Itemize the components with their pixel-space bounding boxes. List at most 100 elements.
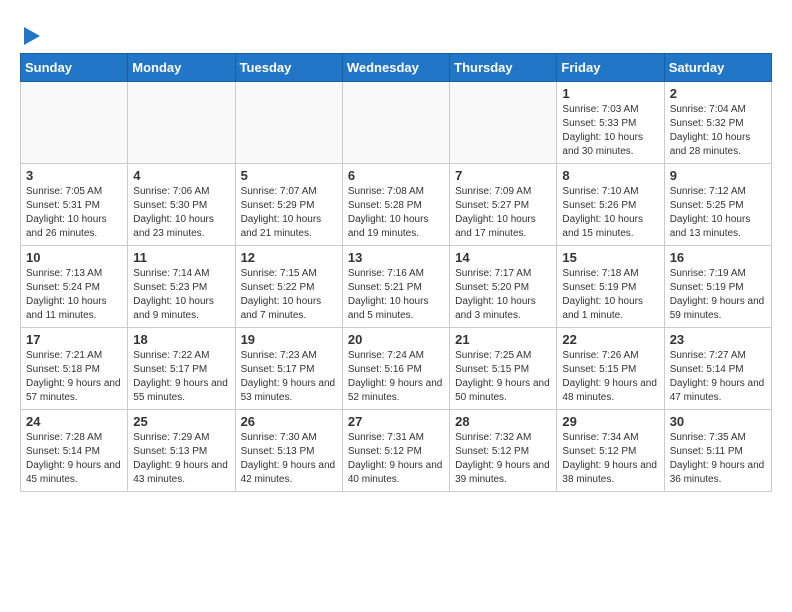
day-cell	[342, 81, 449, 163]
day-info: Sunrise: 7:09 AMSunset: 5:27 PMDaylight:…	[455, 185, 551, 241]
day-number: 14	[455, 250, 551, 265]
week-row-5: 24 Sunrise: 7:28 AMSunset: 5:14 PMDayligh…	[21, 409, 772, 491]
logo-icon	[22, 25, 42, 47]
day-cell	[235, 81, 342, 163]
day-number: 2	[670, 86, 766, 101]
day-info: Sunrise: 7:07 AMSunset: 5:29 PMDaylight:…	[241, 185, 337, 241]
day-info: Sunrise: 7:30 AMSunset: 5:13 PMDaylight:…	[241, 431, 337, 487]
day-number: 9	[670, 168, 766, 183]
day-cell: 29Sunrise: 7:34 AMSunset: 5:12 PMDayligh…	[557, 409, 664, 491]
day-cell: 10Sunrise: 7:13 AMSunset: 5:24 PMDayligh…	[21, 245, 128, 327]
day-number: 20	[348, 332, 444, 347]
day-cell: 28 Sunrise: 7:32 AMSunset: 5:12 PMDayligh…	[450, 409, 557, 491]
week-row-2: 3Sunrise: 7:05 AMSunset: 5:31 PMDaylight…	[21, 163, 772, 245]
day-cell: 20 Sunrise: 7:24 AMSunset: 5:16 PMDayligh…	[342, 327, 449, 409]
day-cell: 17 Sunrise: 7:21 AMSunset: 5:18 PMDayligh…	[21, 327, 128, 409]
day-cell: 6 Sunrise: 7:08 AMSunset: 5:28 PMDaylight…	[342, 163, 449, 245]
day-cell	[21, 81, 128, 163]
day-number: 13	[348, 250, 444, 265]
day-info: Sunrise: 7:28 AMSunset: 5:14 PMDaylight:…	[26, 431, 122, 487]
header-row: SundayMondayTuesdayWednesdayThursdayFrid…	[21, 53, 772, 81]
day-cell: 23Sunrise: 7:27 AMSunset: 5:14 PMDayligh…	[664, 327, 771, 409]
day-cell: 18Sunrise: 7:22 AMSunset: 5:17 PMDayligh…	[128, 327, 235, 409]
day-cell: 5 Sunrise: 7:07 AMSunset: 5:29 PMDaylight…	[235, 163, 342, 245]
day-cell: 9 Sunrise: 7:12 AMSunset: 5:25 PMDaylight…	[664, 163, 771, 245]
day-number: 27	[348, 414, 444, 429]
day-info: Sunrise: 7:27 AMSunset: 5:14 PMDaylight:…	[670, 349, 766, 405]
day-number: 30	[670, 414, 766, 429]
day-info: Sunrise: 7:12 AMSunset: 5:25 PMDaylight:…	[670, 185, 766, 241]
day-number: 26	[241, 414, 337, 429]
day-cell: 2 Sunrise: 7:04 AMSunset: 5:32 PMDaylight…	[664, 81, 771, 163]
day-number: 6	[348, 168, 444, 183]
day-cell: 11 Sunrise: 7:14 AMSunset: 5:23 PMDayligh…	[128, 245, 235, 327]
day-cell: 27 Sunrise: 7:31 AMSunset: 5:12 PMDayligh…	[342, 409, 449, 491]
day-number: 4	[133, 168, 229, 183]
day-info: Sunrise: 7:19 AMSunset: 5:19 PMDaylight:…	[670, 267, 766, 323]
day-info: Sunrise: 7:24 AMSunset: 5:16 PMDaylight:…	[348, 349, 444, 405]
day-number: 19	[241, 332, 337, 347]
day-cell: 26 Sunrise: 7:30 AMSunset: 5:13 PMDayligh…	[235, 409, 342, 491]
day-cell: 3Sunrise: 7:05 AMSunset: 5:31 PMDaylight…	[21, 163, 128, 245]
day-number: 28	[455, 414, 551, 429]
week-row-1: 1 Sunrise: 7:03 AMSunset: 5:33 PMDaylight…	[21, 81, 772, 163]
day-number: 10	[26, 250, 122, 265]
calendar-table: SundayMondayTuesdayWednesdayThursdayFrid…	[20, 53, 772, 492]
day-info: Sunrise: 7:22 AMSunset: 5:17 PMDaylight:…	[133, 349, 229, 405]
col-header-wednesday: Wednesday	[342, 53, 449, 81]
day-info: Sunrise: 7:29 AMSunset: 5:13 PMDaylight:…	[133, 431, 229, 487]
day-cell: 19Sunrise: 7:23 AMSunset: 5:17 PMDayligh…	[235, 327, 342, 409]
day-cell: 22 Sunrise: 7:26 AMSunset: 5:15 PMDayligh…	[557, 327, 664, 409]
col-header-tuesday: Tuesday	[235, 53, 342, 81]
day-cell: 14 Sunrise: 7:17 AMSunset: 5:20 PMDayligh…	[450, 245, 557, 327]
day-number: 5	[241, 168, 337, 183]
day-info: Sunrise: 7:31 AMSunset: 5:12 PMDaylight:…	[348, 431, 444, 487]
day-info: Sunrise: 7:18 AMSunset: 5:19 PMDaylight:…	[562, 267, 658, 323]
day-number: 22	[562, 332, 658, 347]
day-number: 3	[26, 168, 122, 183]
day-cell	[128, 81, 235, 163]
day-info: Sunrise: 7:03 AMSunset: 5:33 PMDaylight:…	[562, 103, 658, 159]
day-info: Sunrise: 7:15 AMSunset: 5:22 PMDaylight:…	[241, 267, 337, 323]
day-number: 16	[670, 250, 766, 265]
col-header-monday: Monday	[128, 53, 235, 81]
day-cell: 1 Sunrise: 7:03 AMSunset: 5:33 PMDaylight…	[557, 81, 664, 163]
day-info: Sunrise: 7:17 AMSunset: 5:20 PMDaylight:…	[455, 267, 551, 323]
day-number: 8	[562, 168, 658, 183]
day-number: 11	[133, 250, 229, 265]
day-info: Sunrise: 7:32 AMSunset: 5:12 PMDaylight:…	[455, 431, 551, 487]
week-row-3: 10Sunrise: 7:13 AMSunset: 5:24 PMDayligh…	[21, 245, 772, 327]
day-info: Sunrise: 7:06 AMSunset: 5:30 PMDaylight:…	[133, 185, 229, 241]
day-cell: 21 Sunrise: 7:25 AMSunset: 5:15 PMDayligh…	[450, 327, 557, 409]
day-number: 1	[562, 86, 658, 101]
day-number: 12	[241, 250, 337, 265]
day-cell: 30 Sunrise: 7:35 AMSunset: 5:11 PMDayligh…	[664, 409, 771, 491]
day-info: Sunrise: 7:26 AMSunset: 5:15 PMDaylight:…	[562, 349, 658, 405]
day-info: Sunrise: 7:14 AMSunset: 5:23 PMDaylight:…	[133, 267, 229, 323]
day-info: Sunrise: 7:35 AMSunset: 5:11 PMDaylight:…	[670, 431, 766, 487]
week-row-4: 17 Sunrise: 7:21 AMSunset: 5:18 PMDayligh…	[21, 327, 772, 409]
day-info: Sunrise: 7:04 AMSunset: 5:32 PMDaylight:…	[670, 103, 766, 159]
col-header-thursday: Thursday	[450, 53, 557, 81]
day-cell	[450, 81, 557, 163]
day-cell: 25Sunrise: 7:29 AMSunset: 5:13 PMDayligh…	[128, 409, 235, 491]
day-number: 15	[562, 250, 658, 265]
page-header	[20, 20, 772, 43]
col-header-friday: Friday	[557, 53, 664, 81]
day-info: Sunrise: 7:21 AMSunset: 5:18 PMDaylight:…	[26, 349, 122, 405]
day-number: 21	[455, 332, 551, 347]
col-header-saturday: Saturday	[664, 53, 771, 81]
day-cell: 4 Sunrise: 7:06 AMSunset: 5:30 PMDaylight…	[128, 163, 235, 245]
day-number: 29	[562, 414, 658, 429]
day-number: 24	[26, 414, 122, 429]
day-number: 17	[26, 332, 122, 347]
col-header-sunday: Sunday	[21, 53, 128, 81]
day-cell: 12 Sunrise: 7:15 AMSunset: 5:22 PMDayligh…	[235, 245, 342, 327]
day-cell: 15 Sunrise: 7:18 AMSunset: 5:19 PMDayligh…	[557, 245, 664, 327]
day-cell: 8 Sunrise: 7:10 AMSunset: 5:26 PMDaylight…	[557, 163, 664, 245]
logo	[20, 20, 42, 43]
day-info: Sunrise: 7:25 AMSunset: 5:15 PMDaylight:…	[455, 349, 551, 405]
day-cell: 16 Sunrise: 7:19 AMSunset: 5:19 PMDayligh…	[664, 245, 771, 327]
day-info: Sunrise: 7:08 AMSunset: 5:28 PMDaylight:…	[348, 185, 444, 241]
day-info: Sunrise: 7:10 AMSunset: 5:26 PMDaylight:…	[562, 185, 658, 241]
